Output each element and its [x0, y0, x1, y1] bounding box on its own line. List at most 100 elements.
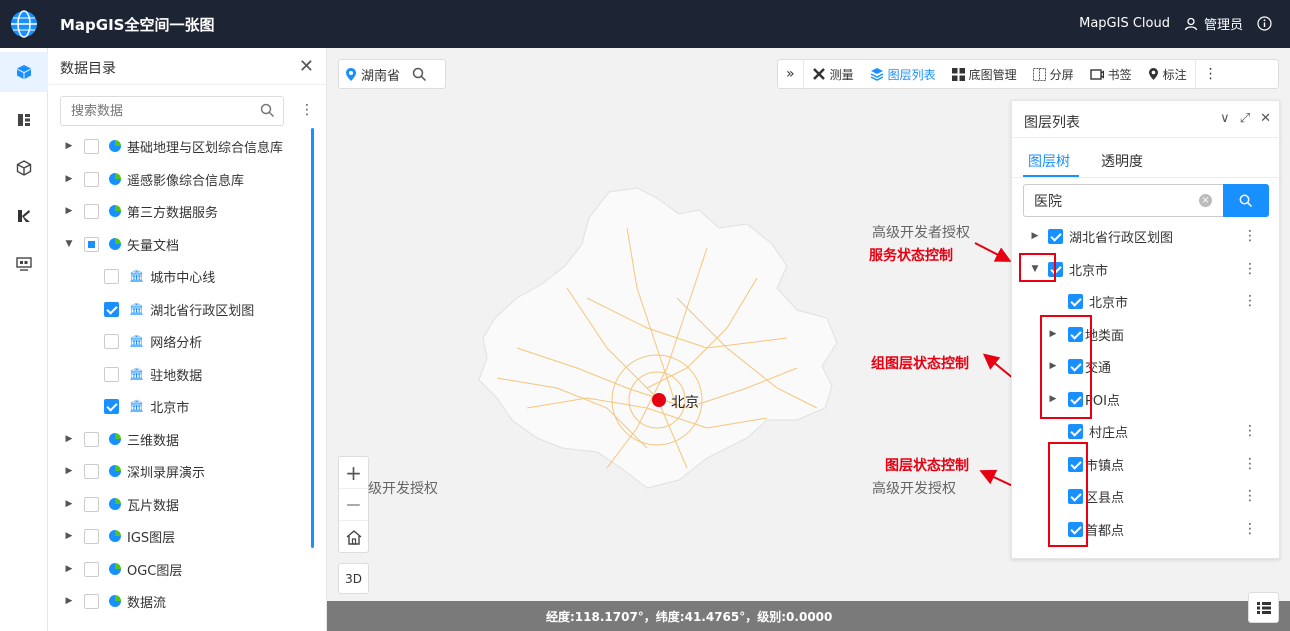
search-icon[interactable]	[260, 103, 275, 118]
checkbox[interactable]	[84, 171, 99, 187]
checkbox[interactable]	[84, 203, 99, 219]
checkbox[interactable]	[104, 268, 119, 284]
split-screen-button[interactable]: 分屏	[1025, 59, 1082, 89]
more-vertical-icon[interactable]: ⋮	[1243, 423, 1257, 439]
nav-3d[interactable]	[0, 148, 48, 188]
search-icon[interactable]	[412, 67, 427, 82]
city-label: 北京	[671, 395, 699, 411]
layer-search-button[interactable]	[1223, 184, 1269, 217]
catalog-item-igs-layer[interactable]: ▶ IGS图层	[48, 520, 310, 552]
chevron-down-icon[interactable]: ∨	[1220, 111, 1230, 126]
watermark-right: 高级开发授权	[872, 481, 956, 497]
scrollbar[interactable]	[311, 128, 314, 548]
basemap-button[interactable]: 底图管理	[944, 59, 1025, 89]
caret-right-icon[interactable]: ▶	[64, 531, 74, 541]
catalog-item-station-data[interactable]: 🏛 驻地数据	[48, 358, 310, 390]
catalog-item-city-centerline[interactable]: 🏛 城市中心线	[48, 260, 310, 292]
tab-opacity[interactable]: 透明度	[1101, 151, 1143, 171]
legend-button[interactable]	[1248, 592, 1279, 623]
checkbox-checked[interactable]	[104, 398, 119, 414]
catalog-item-ogc-layer[interactable]: ▶ OGC图层	[48, 553, 310, 585]
catalog-item-tile-data[interactable]: ▶ 瓦片数据	[48, 488, 310, 520]
annotation-service-status: 服务状态控制	[869, 248, 953, 264]
checkbox-partial[interactable]	[84, 236, 99, 252]
checkbox[interactable]	[84, 463, 99, 479]
checkbox-checked[interactable]	[1068, 423, 1083, 439]
checkbox[interactable]	[84, 528, 99, 544]
catalog-item-remote-sensing[interactable]: ▶ 遥感影像综合信息库	[48, 163, 310, 195]
layer-list-button[interactable]: 图层列表	[862, 59, 944, 89]
close-icon[interactable]: ✕	[1260, 111, 1271, 126]
more-vertical-icon[interactable]: ⋮	[1243, 488, 1257, 504]
checkbox[interactable]	[84, 593, 99, 609]
caret-right-icon[interactable]: ▶	[64, 434, 74, 444]
checkbox[interactable]	[84, 496, 99, 512]
catalog-item-label: 驻地数据	[150, 368, 203, 384]
catalog-item-label: 遥感影像综合信息库	[127, 173, 245, 189]
more-vertical-icon[interactable]: ⋮	[1243, 521, 1257, 537]
close-icon[interactable]: ✕	[299, 56, 314, 77]
caret-right-icon[interactable]: ▶	[64, 174, 74, 184]
globe-logo-icon	[11, 10, 37, 38]
caret-down-icon[interactable]: ▼	[64, 239, 74, 249]
expand-icon[interactable]: ⤢	[1240, 111, 1250, 126]
cloud-label[interactable]: MapGIS Cloud	[1079, 16, 1170, 31]
expand-toolbar-button[interactable]: »	[778, 59, 803, 89]
measure-button[interactable]: 测量	[804, 59, 862, 89]
caret-right-icon[interactable]: ▶	[64, 466, 74, 476]
more-vertical-icon[interactable]: ⋮	[1243, 261, 1257, 277]
checkbox[interactable]	[104, 366, 119, 382]
home-button[interactable]	[339, 521, 368, 553]
catalog-item-data-stream[interactable]: ▶ 数据流	[48, 585, 310, 617]
caret-right-icon[interactable]: ▶	[64, 564, 74, 574]
annotation-layer-status: 图层状态控制	[885, 458, 969, 474]
basemap-label: 底图管理	[968, 67, 1017, 82]
divider	[48, 84, 327, 85]
checkbox[interactable]	[84, 431, 99, 447]
clear-icon[interactable]: ×	[1199, 194, 1212, 207]
catalog-item-shenzhen-demo[interactable]: ▶ 深圳录屏演示	[48, 455, 310, 487]
more-vertical-icon[interactable]: ⋮	[1196, 59, 1226, 89]
catalog-item-basic-geo[interactable]: ▶ 基础地理与区划综合信息库	[48, 130, 310, 162]
info-icon[interactable]	[1257, 16, 1272, 31]
checkbox-checked[interactable]	[1048, 228, 1063, 244]
checkbox[interactable]	[104, 333, 119, 349]
zoom-in-button[interactable]: +	[339, 457, 368, 489]
catalog-item-third-party[interactable]: ▶ 第三方数据服务	[48, 195, 310, 227]
catalog-item-beijing[interactable]: 🏛 北京市	[48, 390, 310, 422]
caret-right-icon[interactable]: ▶	[64, 596, 74, 606]
bookmark-button[interactable]: 书签	[1082, 59, 1140, 89]
nav-layout[interactable]	[0, 100, 48, 140]
mark-button[interactable]: 标注	[1140, 59, 1195, 89]
user-menu[interactable]: 管理员	[1184, 14, 1243, 33]
nav-screen[interactable]	[0, 244, 48, 284]
layer-row-beijing[interactable]: 北京市 ⋮	[1012, 285, 1281, 317]
caret-right-icon[interactable]: ▶	[1030, 231, 1040, 241]
more-vertical-icon[interactable]: ⋮	[1243, 228, 1257, 244]
nav-analysis[interactable]	[0, 196, 48, 236]
more-vertical-icon[interactable]: ⋮	[1243, 293, 1257, 309]
checkbox-checked[interactable]	[1068, 293, 1083, 309]
caret-right-icon[interactable]: ▶	[64, 206, 74, 216]
caret-right-icon[interactable]: ▶	[64, 141, 74, 151]
3d-toggle-button[interactable]: 3D	[338, 563, 369, 594]
catalog-item-3d-data[interactable]: ▶ 三维数据	[48, 423, 310, 455]
checkbox-checked[interactable]	[104, 301, 119, 317]
location-selector[interactable]: 湖南省	[338, 59, 446, 89]
tab-layer-tree[interactable]: 图层树	[1028, 151, 1070, 171]
nav-data-catalog[interactable]	[0, 52, 48, 92]
catalog-item-network-analysis[interactable]: 🏛 网络分析	[48, 325, 310, 357]
zoom-out-button[interactable]: —	[339, 489, 368, 521]
catalog-item-vector-docs[interactable]: ▼ 矢量文档	[48, 228, 310, 260]
more-vertical-icon[interactable]: ⋮	[300, 102, 314, 118]
layer-row-hubei[interactable]: ▶ 湖北省行政区划图 ⋮	[1012, 220, 1281, 252]
catalog-search-input[interactable]	[61, 97, 241, 125]
catalog-item-hubei-admin[interactable]: 🏛 湖北省行政区划图	[48, 293, 310, 325]
checkbox[interactable]	[84, 561, 99, 577]
layer-search-input[interactable]	[1024, 185, 1194, 216]
checkbox[interactable]	[84, 138, 99, 154]
more-vertical-icon[interactable]: ⋮	[1243, 456, 1257, 472]
grid-icon	[951, 67, 965, 81]
split-label: 分屏	[1049, 67, 1074, 82]
caret-right-icon[interactable]: ▶	[64, 499, 74, 509]
